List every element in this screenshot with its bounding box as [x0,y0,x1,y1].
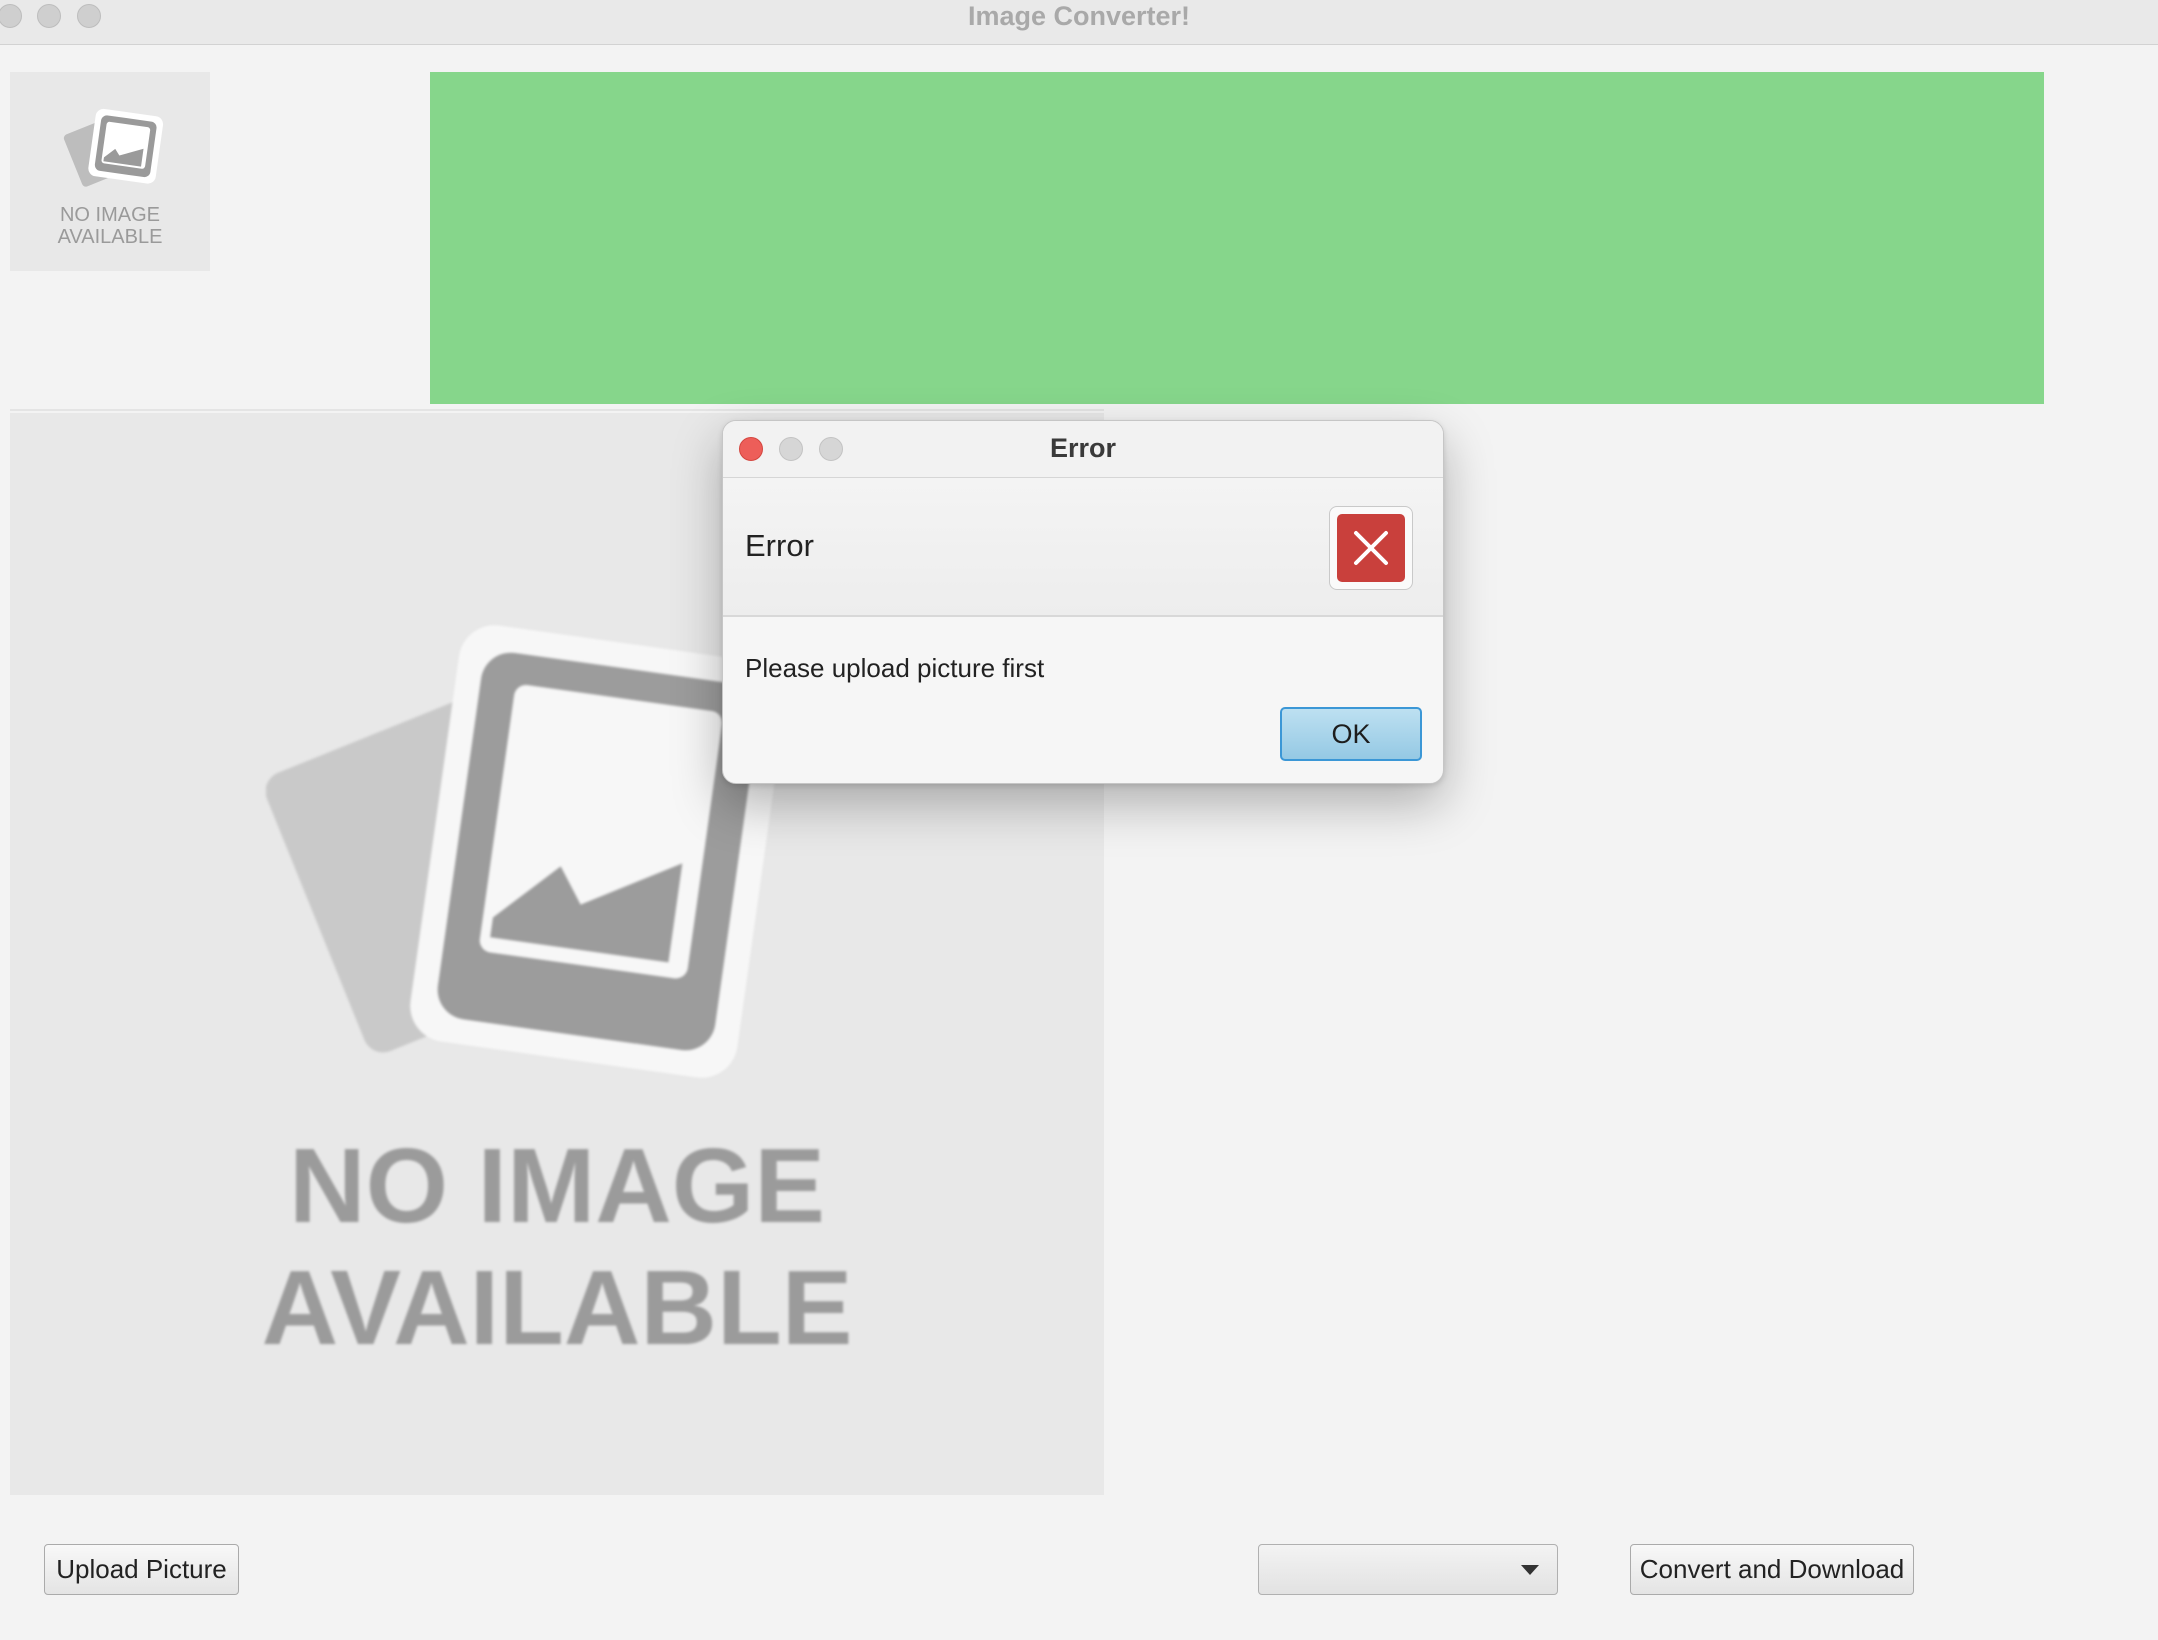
error-dialog: Error Error Please upload picture first … [722,420,1444,784]
error-icon-frame [1329,506,1413,590]
image-placeholder-icon [63,108,164,187]
thumbnail-placeholder: NO IMAGE AVAILABLE [10,72,210,271]
dialog-header: Error [723,478,1443,617]
window-title: Image Converter! [967,1,1191,31]
thumbnail-placeholder-text: NO IMAGE AVAILABLE [57,204,163,248]
dialog-title: Error [1049,433,1117,463]
format-select[interactable] [1258,1544,1558,1595]
chevron-down-icon [1521,1565,1539,1575]
convert-and-download-button[interactable]: Convert and Download [1630,1544,1914,1595]
upload-picture-button[interactable]: Upload Picture [44,1544,239,1595]
window-titlebar: Image Converter! [0,0,2158,45]
dialog-message: Please upload picture first [745,653,1045,683]
error-x-icon [1337,514,1405,582]
dialog-titlebar: Error [723,421,1443,478]
dialog-header-text: Error [745,528,814,563]
divider [10,409,1104,411]
preview-placeholder-text: NO IMAGE AVAILABLE [261,1127,853,1367]
ok-button[interactable]: OK [1280,707,1422,761]
green-banner [430,72,2044,404]
